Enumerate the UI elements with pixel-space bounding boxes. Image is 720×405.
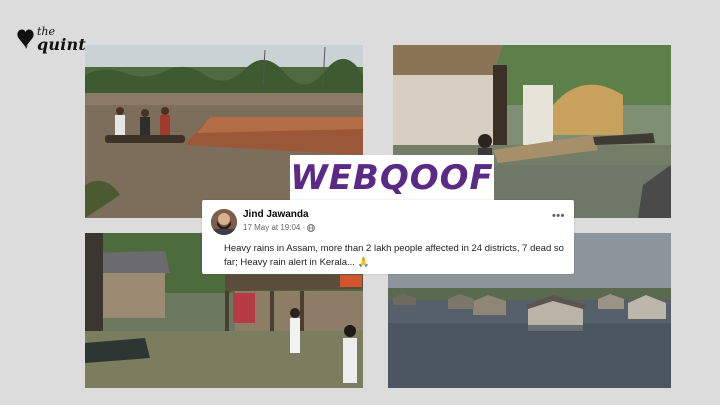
post-body-text: Heavy rains in Assam, more than 2 lakh p… <box>224 243 564 268</box>
webqoof-badge: WEBQOOF <box>290 155 494 201</box>
webqoof-label: WEBQOOF <box>290 158 494 198</box>
the-quint-logo: the quint <box>17 26 87 62</box>
more-options-button[interactable]: ••• <box>552 210 565 222</box>
post-author[interactable]: Jind Jawanda <box>243 209 309 220</box>
logo-text-quint: quint <box>37 35 86 54</box>
post-meta: 17 May at 19:04 · <box>243 223 316 232</box>
post-timestamp[interactable]: 17 May at 19:04 · <box>243 223 305 232</box>
social-post-card: Jind Jawanda 17 May at 19:04 · ••• Heavy… <box>202 200 574 274</box>
heart-speech-icon <box>17 29 34 49</box>
avatar[interactable] <box>211 209 237 235</box>
globe-icon <box>307 223 316 232</box>
